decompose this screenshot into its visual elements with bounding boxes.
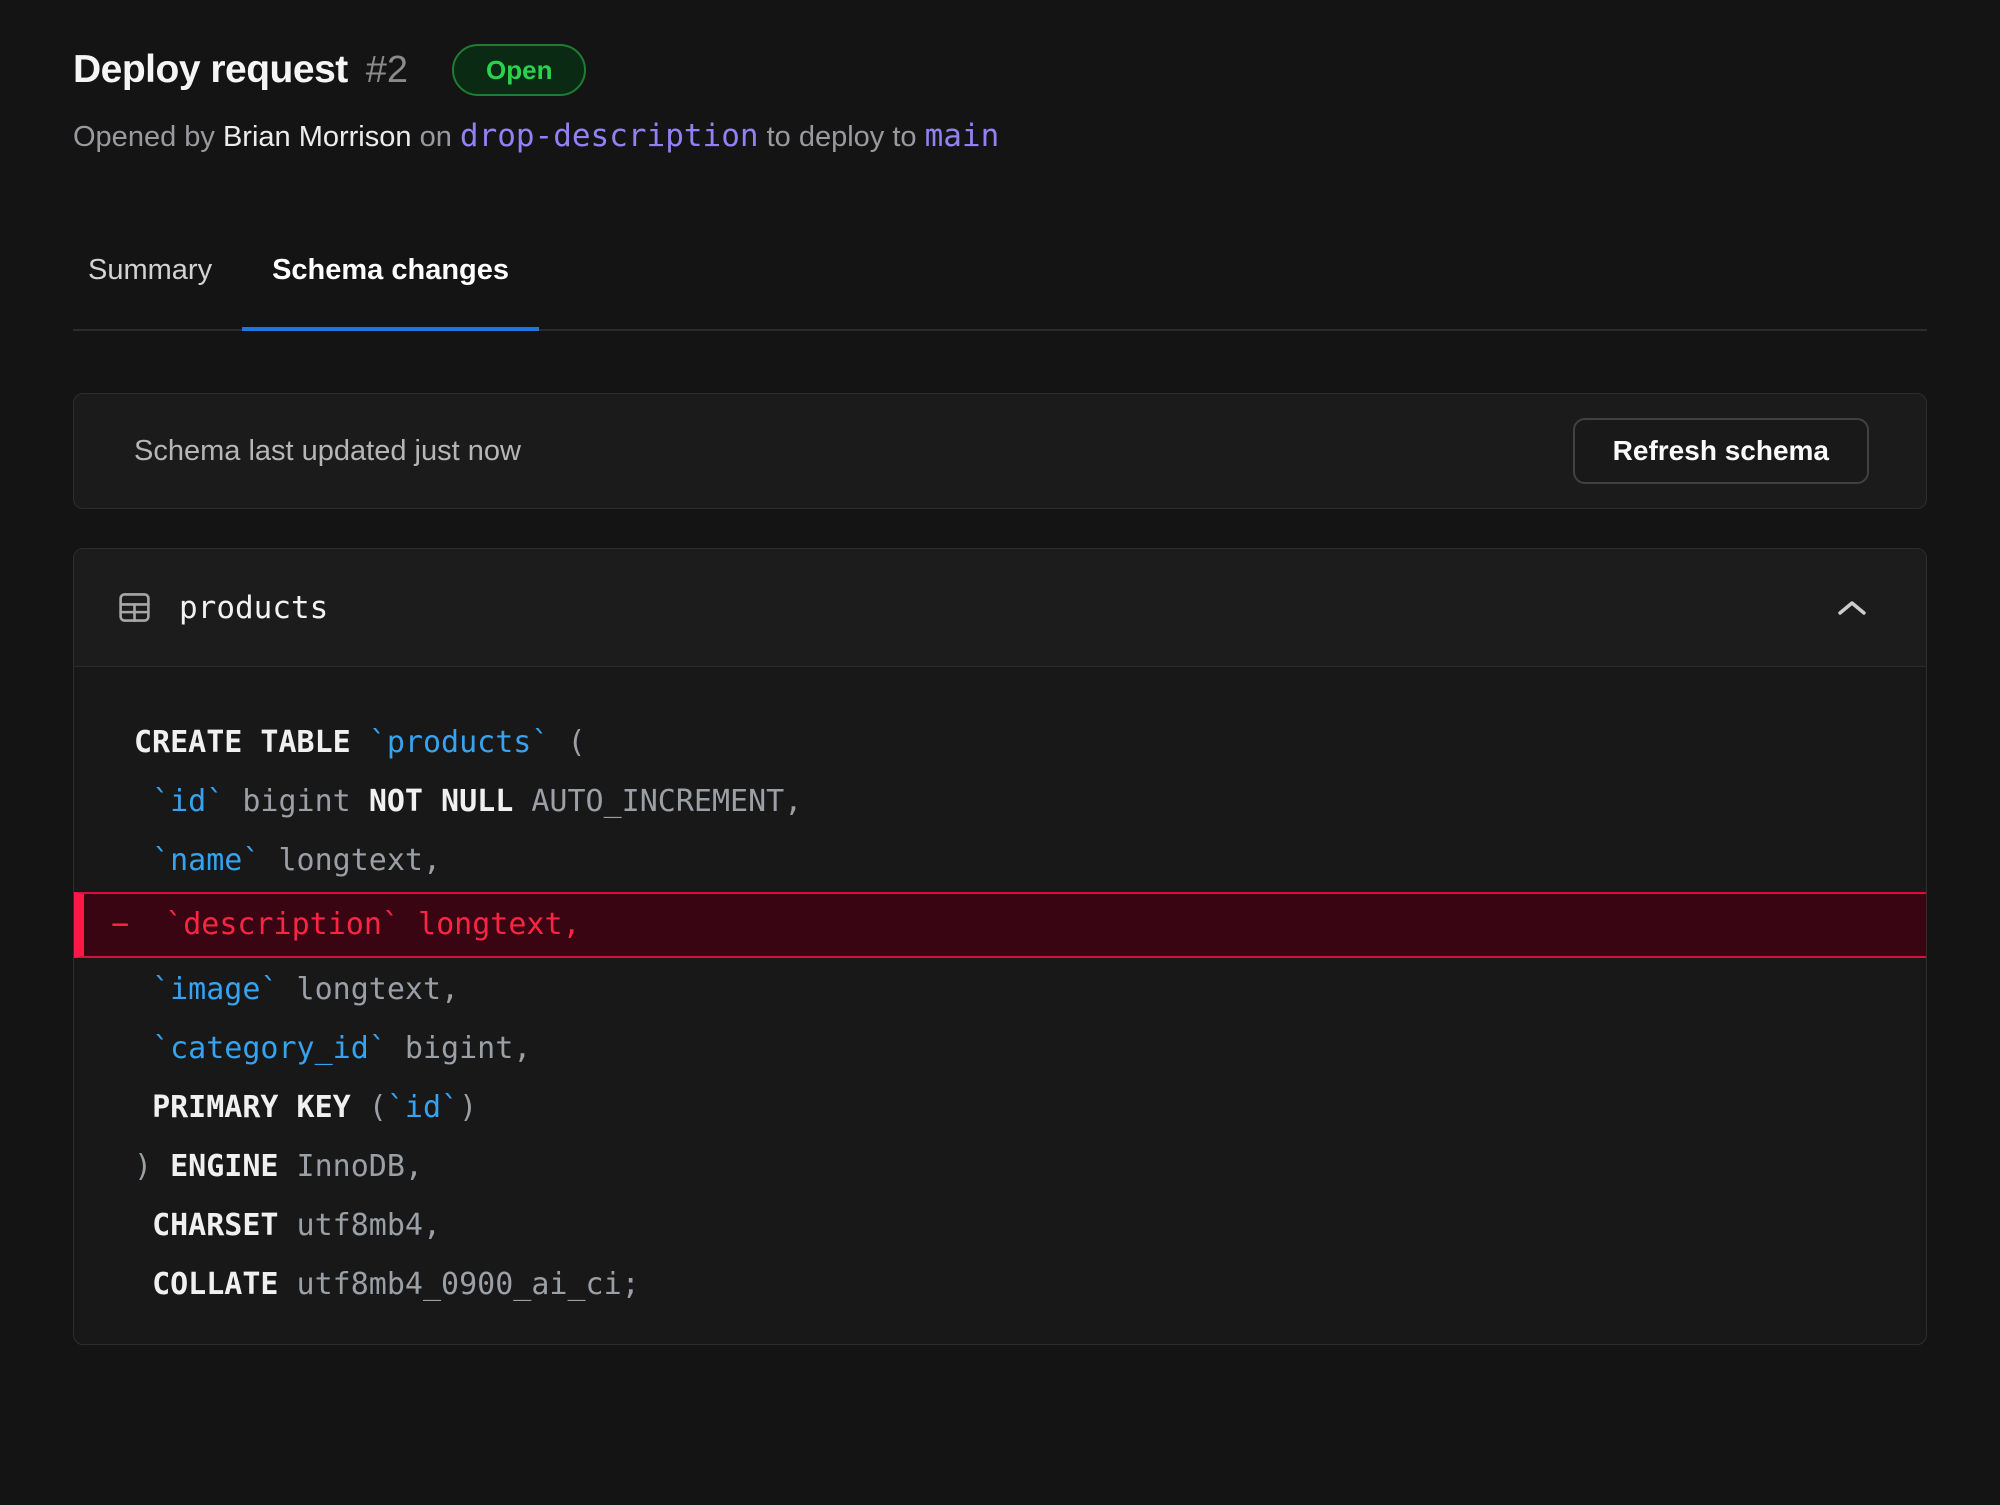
target-branch-link[interactable]: main	[925, 118, 1000, 154]
sql-line: PRIMARY KEY (`id`)	[74, 1078, 1926, 1137]
subtitle-prefix: Opened by	[73, 121, 215, 153]
sql-line: `category_id` bigint,	[74, 1019, 1926, 1078]
sql-line: `name` longtext,	[74, 831, 1926, 890]
schema-table-card: products CREATE TABLE `products` ( `id` …	[73, 548, 1927, 1345]
schema-status-card: Schema last updated just now Refresh sch…	[73, 393, 1927, 509]
sql-line: `image` longtext,	[74, 960, 1926, 1019]
deploy-request-page: Deploy request #2 Open Opened by Brian M…	[0, 0, 2000, 1505]
page-title: Deploy request	[73, 48, 348, 92]
chevron-up-icon[interactable]	[1835, 597, 1869, 619]
sql-line-deleted: − `description` longtext,	[74, 892, 1926, 958]
subtitle-on: on	[420, 121, 452, 153]
author-name: Brian Morrison	[223, 121, 412, 153]
subtitle-middle: to deploy to	[767, 121, 917, 153]
sql-line: ) ENGINE InnoDB,	[74, 1137, 1926, 1196]
sql-line: CHARSET utf8mb4,	[74, 1196, 1926, 1255]
page-header: Deploy request #2 Open	[73, 44, 1927, 96]
sql-line: CREATE TABLE `products` (	[74, 713, 1926, 772]
table-card-header[interactable]: products	[74, 549, 1926, 667]
request-number: #2	[366, 49, 408, 92]
status-badge: Open	[452, 44, 586, 96]
sql-line: `id` bigint NOT NULL AUTO_INCREMENT,	[74, 772, 1926, 831]
schema-status-text: Schema last updated just now	[134, 435, 521, 468]
tab-bar: Summary Schema changes	[73, 254, 1927, 331]
sql-code-block: CREATE TABLE `products` ( `id` bigint NO…	[74, 667, 1926, 1344]
source-branch-link[interactable]: drop-description	[460, 118, 759, 154]
subtitle: Opened by Brian Morrison on drop-descrip…	[73, 118, 1927, 154]
sql-line: COLLATE utf8mb4_0900_ai_ci;	[74, 1255, 1926, 1314]
table-name: products	[179, 590, 328, 626]
table-icon	[116, 589, 153, 626]
refresh-schema-button[interactable]: Refresh schema	[1573, 418, 1869, 484]
tab-schema-changes[interactable]: Schema changes	[242, 254, 539, 329]
tab-summary[interactable]: Summary	[73, 254, 242, 329]
